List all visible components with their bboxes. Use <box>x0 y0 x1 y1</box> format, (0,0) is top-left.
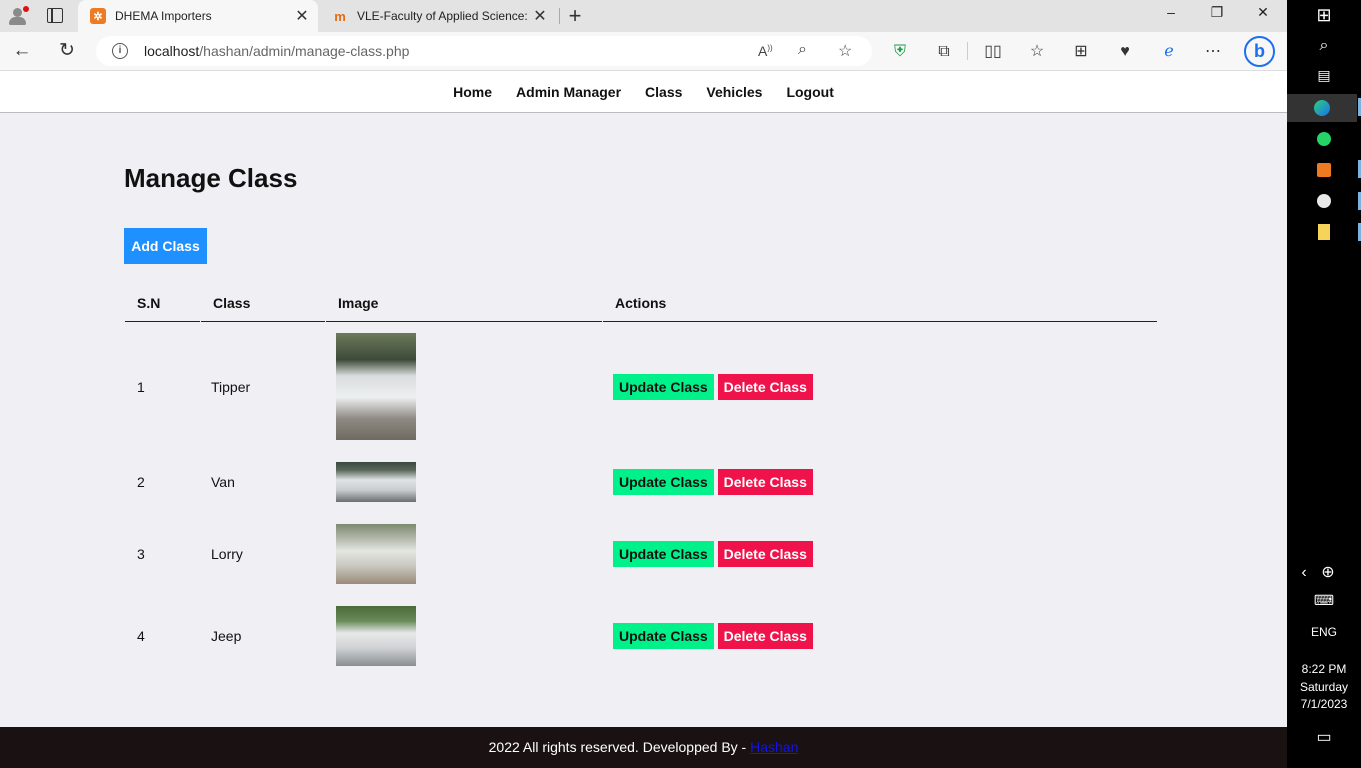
jeep-photo <box>336 606 416 666</box>
tipper-truck-photo <box>336 333 416 440</box>
edge-drop-icon[interactable]: ℯ <box>1158 41 1180 63</box>
search-icon[interactable]: ⌕ <box>1313 35 1335 57</box>
delete-class-button[interactable]: Delete Class <box>717 541 813 567</box>
footer-author-link[interactable]: Hashan <box>750 739 798 755</box>
read-aloud-icon[interactable]: A)) <box>758 43 773 59</box>
xampp-taskbar-icon[interactable] <box>1313 159 1335 181</box>
split-screen-icon[interactable]: ▯▯ <box>982 41 1004 63</box>
nav-vehicles[interactable]: Vehicles <box>706 84 762 100</box>
row-class: Tipper <box>211 378 251 395</box>
row-sn: 2 <box>137 474 145 490</box>
tab-bar: ✲ DHEMA Importers ✕ m VLE-Faculty of App… <box>0 0 1287 32</box>
row-class: Jeep <box>211 628 242 644</box>
row-sn: 4 <box>137 628 145 644</box>
lorry-photo <box>336 524 416 584</box>
close-window-button[interactable]: ✕ <box>1240 4 1286 28</box>
keyboard-icon[interactable]: ⌨ <box>1313 589 1335 611</box>
nav-home[interactable]: Home <box>453 84 492 100</box>
refresh-icon[interactable]: ↻ <box>55 39 79 63</box>
nav-admin-manager[interactable]: Admin Manager <box>516 84 621 100</box>
extensions-icon[interactable]: ⧉ <box>933 41 955 63</box>
bing-icon[interactable]: b <box>1244 36 1275 67</box>
add-class-button[interactable]: Add Class <box>124 228 207 264</box>
delete-class-button[interactable]: Delete Class <box>717 373 813 400</box>
van-photo <box>336 462 416 502</box>
toolbar-separator <box>967 42 968 60</box>
new-tab-button[interactable]: + <box>565 3 585 29</box>
table-row: 4 Jeep Update Class Delete Class <box>125 595 1157 677</box>
page-title: Manage Class <box>124 163 298 193</box>
url-host: localhost <box>144 43 200 59</box>
main-content: Manage Class Add Class S.N Class Image A… <box>0 113 1287 727</box>
notifications-icon[interactable]: ▭ <box>1313 727 1335 749</box>
update-class-button[interactable]: Update Class <box>613 541 714 567</box>
class-table: S.N Class Image Actions 1 Tipper Update … <box>124 285 1158 677</box>
moodle-icon: m <box>334 8 346 24</box>
header-actions: Actions <box>603 285 1157 322</box>
nav-class[interactable]: Class <box>645 84 682 100</box>
tab-vle-faculty[interactable]: m VLE-Faculty of Applied Science: L ✕ <box>320 0 556 32</box>
language-indicator[interactable]: ENG <box>1287 625 1361 639</box>
taskbar-edge[interactable] <box>1287 94 1357 122</box>
windows-start-icon[interactable]: ⊞ <box>1313 4 1335 26</box>
profile-icon[interactable] <box>8 6 29 26</box>
collections-icon[interactable]: ⊞ <box>1070 41 1092 63</box>
address-toolbar: ← ↻ i localhost/hashan/admin/manage-clas… <box>0 32 1287 71</box>
xampp-icon: ✲ <box>90 8 106 24</box>
site-navigation: Home Admin Manager Class Vehicles Logout <box>0 71 1287 113</box>
task-view-icon[interactable]: ▤ <box>1313 64 1335 86</box>
update-class-button[interactable]: Update Class <box>613 623 714 649</box>
delete-class-button[interactable]: Delete Class <box>717 469 813 495</box>
minimize-button[interactable]: – <box>1148 4 1194 28</box>
whatsapp-icon[interactable] <box>1313 190 1335 212</box>
clock-date[interactable]: 7/1/2023 <box>1287 697 1361 711</box>
globe-icon[interactable]: ⊕ <box>1317 562 1339 584</box>
row-class: Lorry <box>211 546 243 562</box>
tab-label: DHEMA Importers <box>115 9 212 23</box>
edge-icon <box>1314 100 1330 116</box>
sticky-notes-icon[interactable] <box>1313 221 1335 243</box>
shield-extension-icon[interactable]: ⛨ <box>889 41 911 63</box>
table-row: 2 Van Update Class Delete Class <box>125 451 1157 513</box>
table-row: 1 Tipper Update Class Delete Class <box>125 322 1157 451</box>
footer: 2022 All rights reserved. Developped By … <box>0 727 1287 768</box>
tab-dhema-importers[interactable]: ✲ DHEMA Importers ✕ <box>78 0 318 32</box>
row-class: Van <box>211 474 235 490</box>
row-sn: 3 <box>137 546 145 562</box>
header-image: Image <box>326 285 602 322</box>
tab-actions-icon[interactable] <box>47 8 63 23</box>
delete-class-button[interactable]: Delete Class <box>717 623 813 649</box>
clock-day[interactable]: Saturday <box>1287 680 1361 694</box>
update-class-button[interactable]: Update Class <box>613 469 714 495</box>
table-row: 3 Lorry Update Class Delete Class <box>125 513 1157 595</box>
row-sn: 1 <box>137 378 145 395</box>
header-class: Class <box>201 285 325 322</box>
favorites-icon[interactable]: ☆ <box>1026 41 1048 63</box>
close-tab-icon[interactable]: ✕ <box>528 6 552 26</box>
close-tab-icon[interactable]: ✕ <box>290 6 314 26</box>
tab-label: VLE-Faculty of Applied Science: L <box>357 9 528 23</box>
url-text[interactable]: localhost/hashan/admin/manage-class.php <box>144 43 409 59</box>
url-path: /hashan/admin/manage-class.php <box>199 43 410 59</box>
address-bar[interactable]: i localhost/hashan/admin/manage-class.ph… <box>96 36 872 66</box>
header-sn: S.N <box>125 285 200 322</box>
more-menu-icon[interactable]: ⋯ <box>1202 41 1224 63</box>
zoom-icon[interactable]: ⌕ <box>798 41 807 59</box>
clock-time[interactable]: 8:22 PM <box>1287 662 1361 676</box>
whatsapp-icon[interactable] <box>1313 128 1335 150</box>
health-icon[interactable]: ♥ <box>1114 41 1136 63</box>
tab-separator <box>559 8 560 24</box>
back-arrow-icon[interactable]: ← <box>10 39 34 63</box>
site-info-icon[interactable]: i <box>112 43 128 59</box>
footer-text: 2022 All rights reserved. Developped By … <box>488 739 751 755</box>
favorite-star-icon[interactable]: ☆ <box>838 41 852 61</box>
update-class-button[interactable]: Update Class <box>613 373 714 400</box>
chevron-left-icon[interactable]: ‹ <box>1293 562 1315 584</box>
restore-button[interactable]: ❐ <box>1194 4 1240 28</box>
nav-logout[interactable]: Logout <box>786 84 833 100</box>
